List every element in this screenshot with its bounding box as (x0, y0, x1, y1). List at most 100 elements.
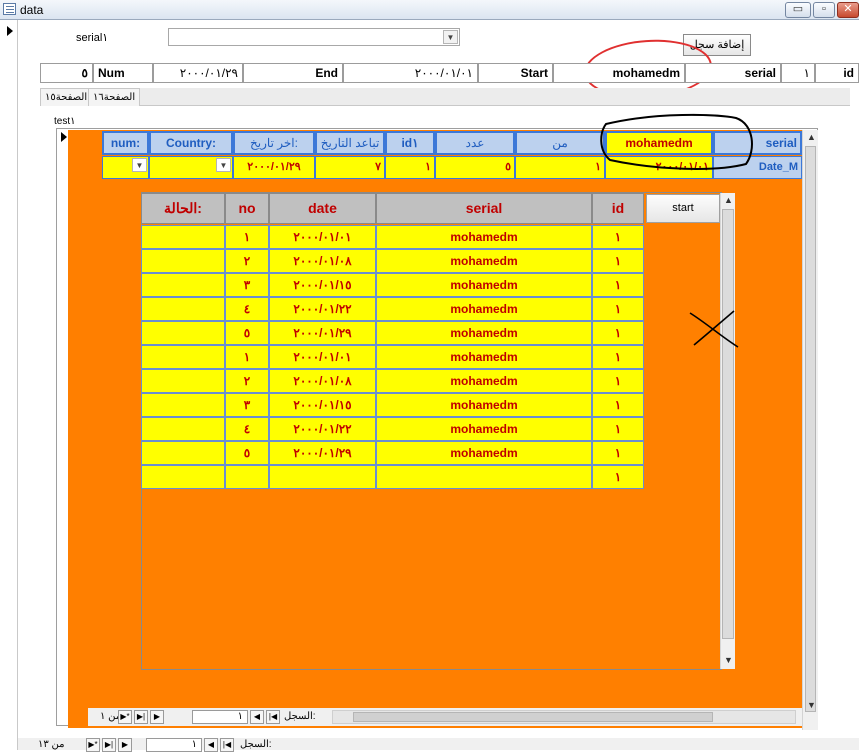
id-value[interactable]: ١ (781, 63, 815, 83)
cell-serial[interactable]: mohamedm (376, 393, 592, 417)
cell-status[interactable] (141, 465, 225, 489)
cell-date[interactable]: ٢٠٠٠/٠١/٠١ (269, 345, 376, 369)
cell-id[interactable]: ١ (592, 417, 644, 441)
tab-page15[interactable]: الصفحة١٥ (40, 88, 93, 106)
cell-status[interactable] (141, 321, 225, 345)
cell-id[interactable]: ١ (592, 369, 644, 393)
cell-date[interactable]: ٢٠٠٠/٠١/٢٢ (269, 297, 376, 321)
num-combo[interactable]: ▼ (102, 156, 149, 179)
num-value[interactable]: ٥ (40, 63, 93, 83)
cell-serial[interactable]: mohamedm (376, 321, 592, 345)
scroll-up-icon[interactable]: ▲ (804, 130, 819, 144)
cell-no[interactable]: ١ (225, 225, 269, 249)
end-value[interactable]: ٢٠٠٠/٠١/٢٩ (153, 63, 243, 83)
subform-scrollbar[interactable]: ▲ ▼ (802, 130, 818, 730)
date-diff-field[interactable]: ٧ (315, 156, 385, 179)
cell-no[interactable]: ٣ (225, 393, 269, 417)
cell-id[interactable]: ١ (592, 297, 644, 321)
cell-status[interactable] (141, 345, 225, 369)
cell-no[interactable]: ٢ (225, 249, 269, 273)
header-last-date: اخر تاريخ: (233, 131, 315, 155)
cell-status[interactable] (141, 369, 225, 393)
first-record-icon[interactable]: |◀ (266, 710, 280, 724)
cell-id[interactable]: ١ (592, 345, 644, 369)
next-record-icon[interactable]: ▶ (150, 710, 164, 724)
cell-serial[interactable]: mohamedm (376, 441, 592, 465)
cell-date[interactable]: ٢٠٠٠/٠١/١٥ (269, 273, 376, 297)
new-record-icon[interactable]: ▶* (118, 710, 132, 724)
cell-no[interactable] (225, 465, 269, 489)
cell-serial[interactable]: mohamedm (376, 297, 592, 321)
cell-status[interactable] (141, 417, 225, 441)
cell-id[interactable]: ١ (592, 465, 644, 489)
cell-status[interactable] (141, 249, 225, 273)
record-selector-bar[interactable] (0, 20, 18, 750)
serial-label: serial (685, 63, 781, 83)
cell-date[interactable]: ٢٠٠٠/٠١/٢٩ (269, 441, 376, 465)
cell-date[interactable]: ٢٠٠٠/٠١/٢٢ (269, 417, 376, 441)
cell-status[interactable] (141, 225, 225, 249)
minimize-button[interactable]: ▭ (785, 2, 811, 18)
subform-hscrollbar[interactable] (332, 710, 796, 724)
start-value[interactable]: ٢٠٠٠/٠١/٠١ (343, 63, 478, 83)
cell-date[interactable]: ٢٠٠٠/٠١/٠١ (269, 225, 376, 249)
cell-date[interactable]: ٢٠٠٠/٠١/٠٨ (269, 249, 376, 273)
cell-id[interactable]: ١ (592, 273, 644, 297)
last-date-field[interactable]: ٢٠٠٠/٠١/٢٩ (233, 156, 315, 179)
hscroll-thumb[interactable] (353, 712, 713, 722)
column-serial: serial (376, 193, 592, 224)
cell-serial[interactable]: mohamedm (376, 345, 592, 369)
cell-id[interactable]: ١ (592, 225, 644, 249)
cell-no[interactable]: ٣ (225, 273, 269, 297)
cell-status[interactable] (141, 441, 225, 465)
serial1-label: serial١ (76, 32, 109, 44)
cell-status[interactable] (141, 273, 225, 297)
chevron-down-icon[interactable]: ▼ (132, 158, 147, 172)
cell-id[interactable]: ١ (592, 393, 644, 417)
cell-status[interactable] (141, 393, 225, 417)
cell-date[interactable]: ٢٠٠٠/٠١/٠٨ (269, 369, 376, 393)
cell-id[interactable]: ١ (592, 249, 644, 273)
count-field[interactable]: ٥ (435, 156, 515, 179)
subform-scroll-thumb[interactable] (805, 146, 816, 712)
tab-page16[interactable]: الصفحة١٦ (88, 88, 141, 106)
close-button[interactable]: ✕ (837, 2, 859, 18)
inner-scrollbar[interactable]: ▲ ▼ (720, 193, 735, 669)
inner-scroll-thumb[interactable] (722, 209, 734, 639)
cell-id[interactable]: ١ (592, 441, 644, 465)
serial-value[interactable]: mohamedm (553, 63, 685, 83)
serial1-combo[interactable]: ▼ (168, 28, 460, 46)
scroll-down-icon[interactable]: ▼ (804, 698, 819, 712)
cell-no[interactable]: ١ (225, 345, 269, 369)
chevron-down-icon[interactable]: ▼ (443, 30, 458, 44)
cell-serial[interactable] (376, 465, 592, 489)
cell-status[interactable] (141, 297, 225, 321)
last-record-icon[interactable]: ▶| (134, 710, 148, 724)
cell-no[interactable]: ٤ (225, 297, 269, 321)
cell-date[interactable] (269, 465, 376, 489)
scroll-up-icon[interactable]: ▲ (721, 193, 736, 207)
cell-no[interactable]: ٢ (225, 369, 269, 393)
id-label: id (815, 63, 859, 83)
from-field[interactable]: ١ (515, 156, 605, 179)
cell-no[interactable]: ٥ (225, 321, 269, 345)
previous-record-icon[interactable]: ◀ (250, 710, 264, 724)
cell-serial[interactable]: mohamedm (376, 273, 592, 297)
cell-serial[interactable]: mohamedm (376, 417, 592, 441)
record-label: السجل: (284, 711, 316, 722)
start-button[interactable]: start (646, 194, 720, 223)
cell-serial[interactable]: mohamedm (376, 249, 592, 273)
scroll-down-icon[interactable]: ▼ (721, 653, 736, 667)
id1-field[interactable]: ١ (385, 156, 435, 179)
cell-no[interactable]: ٤ (225, 417, 269, 441)
cell-serial[interactable]: mohamedm (376, 369, 592, 393)
record-number-input[interactable]: ١ (192, 710, 248, 724)
cell-serial[interactable]: mohamedm (376, 225, 592, 249)
cell-date[interactable]: ٢٠٠٠/٠١/٢٩ (269, 321, 376, 345)
chevron-down-icon[interactable]: ▼ (216, 158, 231, 172)
cell-id[interactable]: ١ (592, 321, 644, 345)
cell-date[interactable]: ٢٠٠٠/٠١/١٥ (269, 393, 376, 417)
country-combo[interactable]: ▼ (149, 156, 233, 179)
cell-no[interactable]: ٥ (225, 441, 269, 465)
maximize-button[interactable]: ▫ (813, 2, 835, 18)
